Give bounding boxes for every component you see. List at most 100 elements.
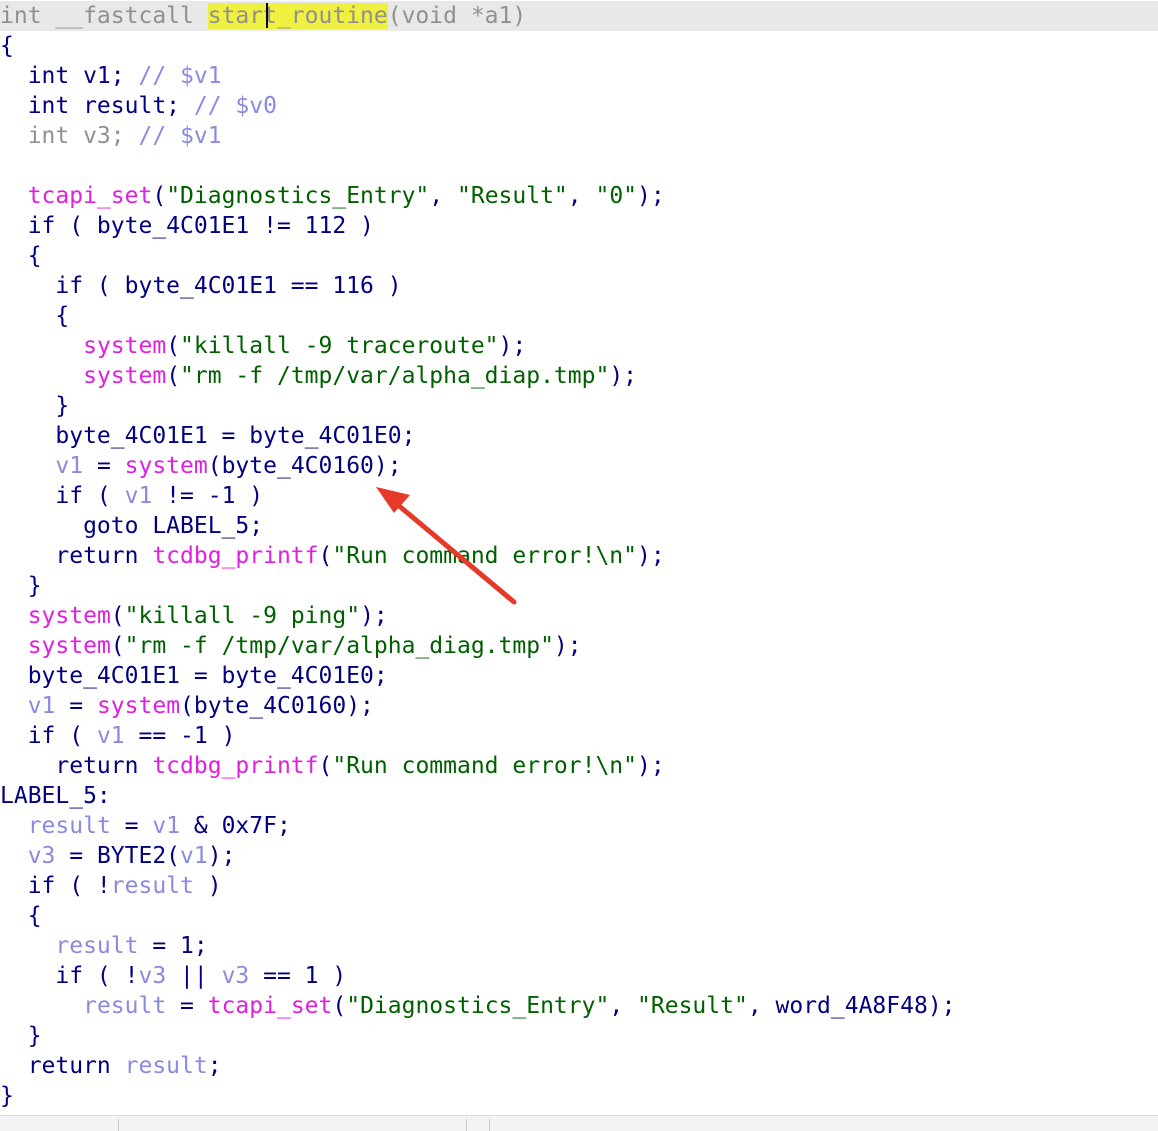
code-line[interactable]: byte_4C01E1 = byte_4C01E0; (0, 421, 1158, 451)
code-line[interactable]: } (0, 1021, 1158, 1051)
code-token: result (55, 933, 139, 959)
code-line[interactable]: { (0, 241, 1158, 271)
selected-function-name: start_routine (207, 3, 388, 29)
code-token: ( (152, 183, 167, 209)
code-token: system (96, 693, 181, 719)
code-token: "killall -9 ping" (124, 603, 361, 629)
code-line[interactable]: system("rm -f /tmp/var/alpha_diap.tmp"); (0, 361, 1158, 391)
code-token: int result; (0, 93, 194, 119)
code-token: ); (207, 843, 236, 869)
code-token: v1 (55, 453, 84, 479)
code-line[interactable]: LABEL_5: (0, 781, 1158, 811)
code-token: (byte_4C0160); (180, 693, 374, 719)
code-token: } (0, 573, 42, 599)
code-line[interactable]: result = v1 & 0x7F; (0, 811, 1158, 841)
code-line[interactable]: int result; // $v0 (0, 91, 1158, 121)
code-line[interactable]: v1 = system(byte_4C0160); (0, 451, 1158, 481)
code-line[interactable]: result = 1; (0, 931, 1158, 961)
code-token: = (55, 693, 97, 719)
code-token: system (27, 603, 111, 629)
code-token: v3 (27, 843, 56, 869)
code-token: "rm -f /tmp/var/alpha_diap.tmp" (180, 363, 610, 389)
code-line[interactable]: if ( byte_4C01E1 != 112 ) (0, 211, 1158, 241)
code-token: v1 (152, 813, 181, 839)
code-token: if ( (0, 483, 125, 509)
code-token: "0" (595, 183, 638, 209)
horizontal-scrollbar[interactable] (0, 1115, 1158, 1131)
code-token: tcdbg_printf (152, 543, 319, 569)
code-line[interactable]: system("rm -f /tmp/var/alpha_diag.tmp"); (0, 631, 1158, 661)
code-line[interactable]: } (0, 391, 1158, 421)
code-token: "rm -f /tmp/var/alpha_diag.tmp" (124, 633, 554, 659)
code-line[interactable]: return result; (0, 1051, 1158, 1081)
code-line[interactable]: return tcdbg_printf("Run command error!\… (0, 751, 1158, 781)
code-token: v1 (180, 843, 208, 869)
code-token: ( (110, 603, 125, 629)
code-line[interactable]: system("killall -9 traceroute"); (0, 331, 1158, 361)
code-token: ; (207, 1053, 222, 1079)
code-token: // $v1 (138, 63, 222, 89)
code-line[interactable]: } (0, 1081, 1158, 1111)
code-line[interactable]: v3 = BYTE2(v1); (0, 841, 1158, 871)
code-line[interactable]: if ( v1 == -1 ) (0, 721, 1158, 751)
code-line[interactable]: { (0, 31, 1158, 61)
code-token: { (0, 303, 70, 329)
code-token: v1 (124, 483, 153, 509)
pseudocode-view[interactable]: int __fastcall start_routine(void *a1){ … (0, 0, 1158, 1115)
code-token: ( (166, 363, 181, 389)
code-token: "Diagnostics_Entry" (346, 993, 610, 1019)
code-token: tcdbg_printf (152, 753, 319, 779)
code-token: ); (360, 603, 388, 629)
code-token: , (567, 183, 596, 209)
code-line[interactable]: return tcdbg_printf("Run command error!\… (0, 541, 1158, 571)
code-line[interactable]: { (0, 901, 1158, 931)
code-token: tcapi_set (207, 993, 333, 1019)
code-token: byte_4C01E1 = byte_4C01E0; (0, 663, 388, 689)
code-token: & 0x7F; (180, 813, 291, 839)
code-line[interactable]: int v1; // $v1 (0, 61, 1158, 91)
code-token: if ( byte_4C01E1 != 112 ) (0, 213, 374, 239)
code-token: byte_4C01E1 = byte_4C01E0; (0, 423, 416, 449)
code-line[interactable]: tcapi_set("Diagnostics_Entry", "Result",… (0, 181, 1158, 211)
code-token: { (0, 903, 42, 929)
code-token: if ( byte_4C01E1 == 116 ) (0, 273, 402, 299)
code-token: v3 (138, 963, 167, 989)
code-line[interactable]: result = tcapi_set("Diagnostics_Entry" , … (0, 991, 1158, 1021)
code-token: "Run command error!\n" (332, 753, 637, 779)
code-token: v1 (27, 693, 56, 719)
code-line[interactable]: goto LABEL_5; (0, 511, 1158, 541)
code-token: ( (318, 543, 333, 569)
code-line[interactable]: { (0, 301, 1158, 331)
code-token: int __fastcall (0, 3, 208, 29)
code-line[interactable]: if ( !result ) (0, 871, 1158, 901)
code-token: ( (166, 333, 181, 359)
code-token: (byte_4C0160); (207, 453, 402, 479)
code-token: return (0, 753, 153, 779)
code-token: { (0, 243, 42, 269)
code-line[interactable]: system("killall -9 ping"); (0, 601, 1158, 631)
code-line[interactable]: if ( v1 != -1 ) (0, 481, 1158, 511)
code-line[interactable]: int __fastcall start_routine(void *a1) (0, 1, 1158, 31)
code-token: "Diagnostics_Entry" (166, 183, 430, 209)
code-line[interactable]: int v3; // $v1 (0, 121, 1158, 151)
code-token: == 1 ) (249, 963, 347, 989)
code-line[interactable] (0, 151, 1158, 181)
code-token: ); (553, 633, 582, 659)
code-token: system (124, 453, 208, 479)
code-line[interactable]: byte_4C01E1 = byte_4C01E0; (0, 661, 1158, 691)
scrollbar-divider (489, 1119, 490, 1131)
code-line[interactable]: } (0, 571, 1158, 601)
code-line[interactable]: if ( byte_4C01E1 == 116 ) (0, 271, 1158, 301)
code-line[interactable]: v1 = system(byte_4C0160); (0, 691, 1158, 721)
code-line[interactable]: if ( !v3 || v3 == 1 ) (0, 961, 1158, 991)
code-token: result (124, 1053, 208, 1079)
code-token: system (27, 633, 111, 659)
code-token: = (166, 993, 208, 1019)
